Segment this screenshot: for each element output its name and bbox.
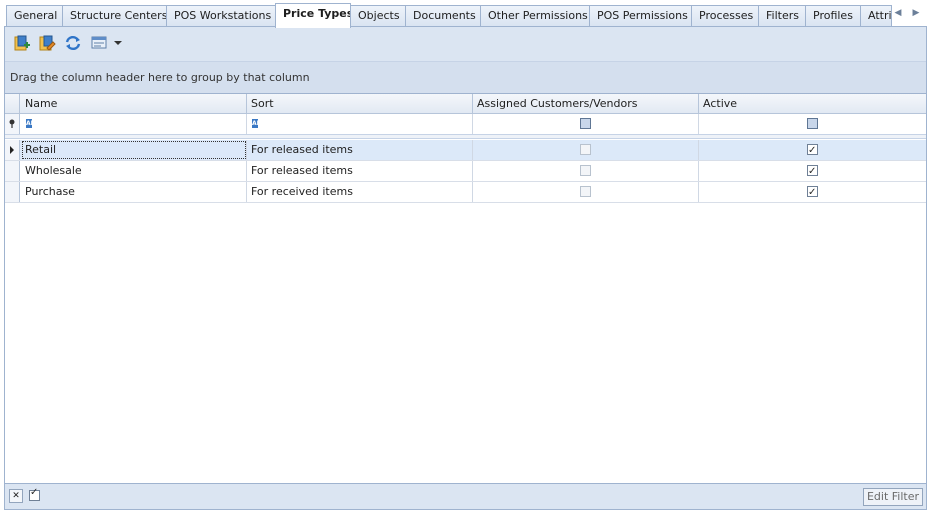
filter-assigned-cell bbox=[473, 114, 699, 134]
cell-name[interactable]: Retail bbox=[21, 140, 247, 160]
column-header-active[interactable]: Active bbox=[699, 94, 926, 113]
row-indicator-header bbox=[5, 94, 20, 113]
tab-label: Filters bbox=[766, 9, 799, 22]
tab-label: General bbox=[14, 9, 58, 22]
active-checkbox[interactable] bbox=[807, 162, 818, 181]
cell-text: For received items bbox=[251, 185, 353, 198]
column-header-sort[interactable]: Sort bbox=[247, 94, 473, 113]
pin-icon bbox=[9, 119, 15, 128]
assigned-checkbox[interactable] bbox=[580, 186, 591, 197]
tab-documents[interactable]: Documents bbox=[405, 5, 481, 27]
cell-active bbox=[699, 140, 926, 160]
cell-text: Retail bbox=[25, 143, 57, 156]
cell-name[interactable]: Wholesale bbox=[21, 161, 247, 181]
clear-filter-icon[interactable]: ✕ bbox=[9, 489, 23, 503]
table-row[interactable]: Retail For released items bbox=[5, 140, 926, 161]
filter-enabled-check-icon bbox=[29, 487, 40, 501]
dropdown-arrow-icon[interactable] bbox=[113, 34, 123, 52]
tab-label: Profiles bbox=[813, 9, 853, 22]
text-filter-icon: ABC bbox=[252, 119, 266, 128]
price-types-panel: Drag the column header here to group by … bbox=[4, 26, 927, 510]
cell-name[interactable]: Purchase bbox=[21, 182, 247, 202]
assigned-checkbox[interactable] bbox=[580, 165, 591, 176]
filter-active-cell bbox=[699, 114, 926, 134]
table-row[interactable]: Wholesale For released items bbox=[5, 161, 926, 182]
text-filter-glyph: ABC bbox=[252, 119, 266, 128]
filter-footer: ✕ Edit Filter bbox=[5, 483, 926, 509]
add-icon[interactable] bbox=[13, 34, 31, 52]
cell-active bbox=[699, 182, 926, 202]
tab-label: POS Workstations bbox=[174, 9, 272, 22]
edit-filter-button[interactable]: Edit Filter bbox=[862, 488, 923, 506]
tab-pos-workstations[interactable]: POS Workstations bbox=[166, 5, 276, 27]
current-row-arrow-icon bbox=[10, 146, 14, 154]
tab-label: Attri bbox=[868, 9, 892, 22]
edit-icon[interactable] bbox=[38, 34, 56, 52]
cell-text: For released items bbox=[251, 164, 353, 177]
tab-label: Objects bbox=[358, 9, 400, 22]
table-row[interactable]: Purchase For received items bbox=[5, 182, 926, 203]
column-header-label: Assigned Customers/Vendors bbox=[477, 97, 638, 110]
row-indicator bbox=[5, 140, 20, 160]
filter-assigned-checkbox[interactable] bbox=[580, 118, 591, 129]
tab-label: Price Types bbox=[283, 7, 351, 20]
tab-label: Processes bbox=[699, 9, 754, 22]
view-icon[interactable] bbox=[91, 34, 109, 52]
column-header-label: Name bbox=[25, 97, 58, 110]
tab-pos-permissions[interactable]: POS Permissions bbox=[589, 5, 692, 27]
edit-filter-label: Edit Filter bbox=[866, 490, 919, 503]
price-types-grid: Name Sort Assigned Customers/Vendors Act… bbox=[5, 93, 926, 483]
tab-label: Documents bbox=[413, 9, 476, 22]
group-by-panel[interactable]: Drag the column header here to group by … bbox=[5, 61, 926, 93]
tab-objects[interactable]: Objects bbox=[350, 5, 406, 27]
cell-text: Purchase bbox=[25, 185, 75, 198]
tab-label: POS Permissions bbox=[597, 9, 688, 22]
text-filter-glyph: ABC bbox=[26, 119, 40, 128]
cell-assigned bbox=[473, 140, 699, 160]
cell-sort[interactable]: For released items bbox=[247, 161, 473, 181]
tab-structure-centers[interactable]: Structure Centers bbox=[62, 5, 167, 27]
filter-active-checkbox[interactable] bbox=[807, 118, 818, 129]
cell-text: For released items bbox=[251, 143, 353, 156]
tab-other-permissions[interactable]: Other Permissions bbox=[480, 5, 590, 27]
active-checkbox[interactable] bbox=[807, 141, 818, 160]
row-indicator bbox=[5, 182, 20, 202]
tab-scroll-right-icon[interactable]: ▶ bbox=[909, 6, 923, 20]
refresh-icon[interactable] bbox=[64, 34, 82, 52]
toolbar bbox=[5, 27, 926, 59]
cell-active bbox=[699, 161, 926, 181]
tab-scroll-left-icon[interactable]: ◀ bbox=[891, 6, 905, 20]
grid-separator bbox=[5, 135, 926, 139]
tab-profiles[interactable]: Profiles bbox=[805, 5, 861, 27]
row-indicator bbox=[5, 161, 20, 181]
filter-enabled-checkbox[interactable] bbox=[28, 487, 42, 503]
grid-header-row: Name Sort Assigned Customers/Vendors Act… bbox=[5, 94, 926, 114]
tab-label: Structure Centers bbox=[70, 9, 167, 22]
cell-text: Wholesale bbox=[25, 164, 82, 177]
tab-attributes[interactable]: Attri bbox=[860, 5, 892, 27]
column-header-assigned[interactable]: Assigned Customers/Vendors bbox=[473, 94, 699, 113]
text-filter-icon: ABC bbox=[26, 119, 40, 128]
tab-label: Other Permissions bbox=[488, 9, 588, 22]
tab-bar: General Structure Centers POS Workstatio… bbox=[0, 0, 930, 28]
filter-sort-input[interactable]: ABC bbox=[247, 114, 473, 134]
column-header-label: Sort bbox=[251, 97, 274, 110]
active-checkbox[interactable] bbox=[807, 183, 818, 202]
cell-assigned bbox=[473, 161, 699, 181]
filter-name-input[interactable]: ABC bbox=[21, 114, 247, 134]
group-hint-text: Drag the column header here to group by … bbox=[10, 71, 310, 84]
tab-general[interactable]: General bbox=[6, 5, 63, 27]
cell-sort[interactable]: For released items bbox=[247, 140, 473, 160]
column-header-label: Active bbox=[703, 97, 738, 110]
tab-price-types[interactable]: Price Types bbox=[275, 3, 351, 28]
filter-row-indicator bbox=[5, 114, 20, 134]
tab-processes[interactable]: Processes bbox=[691, 5, 759, 27]
column-header-name[interactable]: Name bbox=[21, 94, 247, 113]
filter-row: ABC ABC bbox=[5, 114, 926, 135]
assigned-checkbox[interactable] bbox=[580, 144, 591, 155]
cell-assigned bbox=[473, 182, 699, 202]
cell-sort[interactable]: For received items bbox=[247, 182, 473, 202]
tab-filters[interactable]: Filters bbox=[758, 5, 806, 27]
